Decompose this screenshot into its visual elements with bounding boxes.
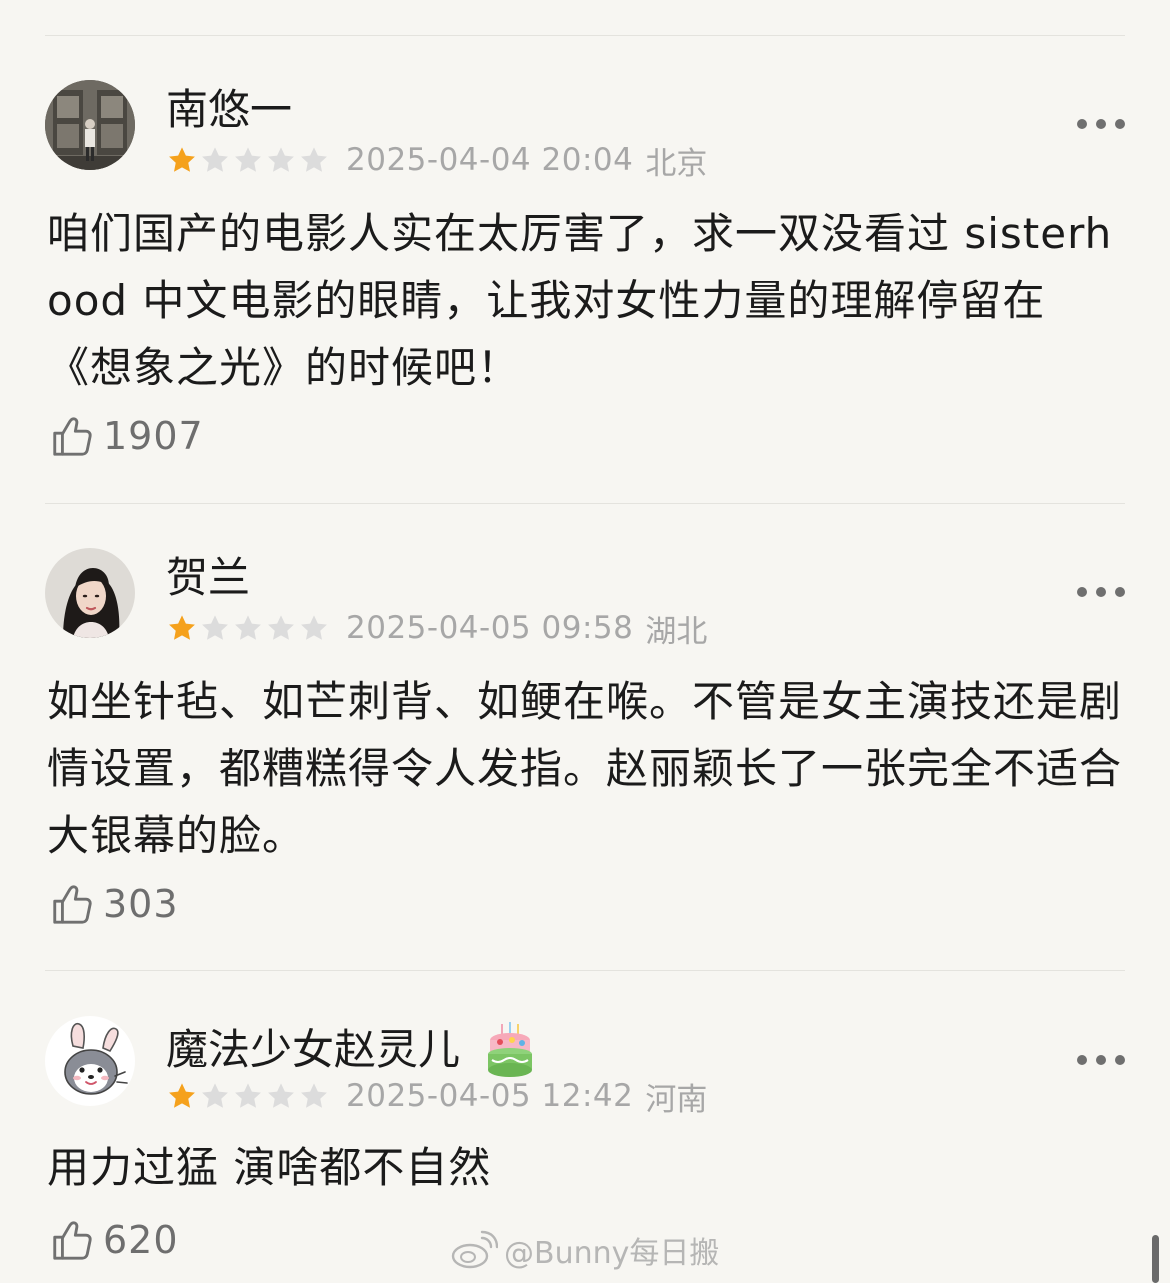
star-filled-icon (169, 615, 195, 640)
star-empty-icon (268, 147, 294, 172)
more-dot-icon (1115, 119, 1125, 129)
birthday-cake-icon (488, 1022, 533, 1077)
star-rating (166, 612, 330, 644)
cartoon-husky-bunny-ears-icon (45, 1016, 135, 1106)
review-meta: 2025-04-04 20:04 北京 (166, 142, 707, 182)
more-dot-icon (1077, 587, 1087, 597)
weibo-logo-icon (451, 1230, 498, 1269)
watermark-text: @Bunny每日搬 (504, 1236, 720, 1271)
avatar[interactable] (45, 80, 135, 170)
star-empty-icon (202, 147, 228, 172)
review-location: 北京 (645, 145, 708, 182)
star-empty-icon (268, 615, 294, 640)
review-content: 如坐针毡、如芒刺背、如鲠在喉。不管是女主演技还是剧情设置，都糟糕得令人发指。赵丽… (47, 677, 1123, 860)
review-meta: 2025-04-05 09:58 湖北 (166, 610, 707, 650)
star-empty-icon (202, 1083, 228, 1108)
avatar[interactable] (45, 1016, 135, 1106)
star-empty-icon (268, 1083, 294, 1108)
review-date: 2025-04-04 20:04 (346, 142, 634, 178)
more-options-button[interactable] (1077, 578, 1125, 606)
username[interactable]: 南悠一 (166, 84, 292, 136)
top-divider (45, 35, 1125, 36)
star-rating (166, 144, 330, 176)
review-location: 河南 (645, 1081, 708, 1118)
like-button[interactable]: 303 (49, 880, 179, 928)
watermark: @Bunny每日搬 (450, 1228, 719, 1272)
more-dot-icon (1077, 119, 1087, 129)
review-location: 湖北 (645, 613, 708, 650)
avatar[interactable] (45, 548, 135, 638)
scrollbar[interactable] (1152, 1235, 1159, 1283)
username-text: 贺兰 (166, 553, 251, 602)
review-list-page: 南悠一 2025-04-04 20:04 北京 咱们国产的电影人实在太厉害了，求… (0, 0, 1170, 1283)
star-empty-icon (235, 615, 261, 640)
thumbs-up-icon (53, 1221, 92, 1260)
more-dot-icon (1115, 587, 1125, 597)
star-empty-icon (235, 147, 261, 172)
review-content: 咱们国产的电影人实在太厉害了，求一双没看过 sisterhood 中文电影的眼睛… (47, 209, 1113, 392)
username-text: 魔法少女赵灵儿 (166, 1025, 461, 1074)
woman-portrait-icon (45, 548, 135, 638)
like-count: 1907 (103, 414, 204, 458)
more-dot-icon (1096, 1055, 1106, 1065)
username[interactable]: 魔法少女赵灵儿 (166, 1020, 538, 1080)
thumbs-up-icon (53, 417, 92, 456)
more-dot-icon (1096, 587, 1106, 597)
more-dot-icon (1077, 1055, 1087, 1065)
person-standing-photo-icon (45, 80, 135, 170)
star-empty-icon (202, 615, 228, 640)
like-count: 620 (103, 1218, 179, 1262)
review-meta: 2025-04-05 12:42 河南 (166, 1078, 707, 1118)
like-button[interactable]: 620 (49, 1216, 179, 1264)
like-count: 303 (103, 882, 179, 926)
username-text: 南悠一 (166, 85, 293, 134)
star-empty-icon (301, 147, 327, 172)
more-options-button[interactable] (1077, 1046, 1125, 1074)
star-empty-icon (301, 615, 327, 640)
username[interactable]: 贺兰 (166, 552, 250, 604)
star-filled-icon (169, 147, 195, 172)
more-dot-icon (1096, 119, 1106, 129)
star-empty-icon (301, 1083, 327, 1108)
star-rating (166, 1080, 330, 1112)
review-content: 用力过猛 演啥都不自然 (47, 1143, 492, 1192)
review-divider (45, 970, 1125, 971)
star-empty-icon (235, 1083, 261, 1108)
star-filled-icon (169, 1083, 195, 1108)
review-divider (45, 503, 1125, 504)
more-options-button[interactable] (1077, 110, 1125, 138)
like-button[interactable]: 1907 (49, 412, 204, 460)
thumbs-up-icon (53, 885, 92, 924)
review-date: 2025-04-05 12:42 (346, 1078, 634, 1114)
review-date: 2025-04-05 09:58 (346, 610, 634, 646)
more-dot-icon (1115, 1055, 1125, 1065)
